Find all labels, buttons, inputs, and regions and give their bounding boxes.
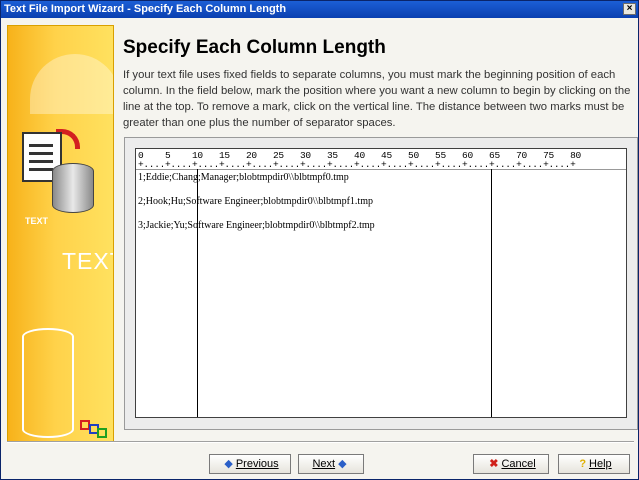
previous-label: Previous (235, 458, 279, 470)
sidebar-big-text: TEXT (62, 248, 113, 274)
previous-button[interactable]: ◆ Previous (209, 454, 291, 474)
ruler-ticks: +....+....+....+....+....+....+....+....… (138, 159, 576, 170)
page-title: Specify Each Column Length (123, 37, 386, 58)
decorative-shape (30, 54, 113, 114)
cancel-button[interactable]: ✖ Cancel (473, 454, 549, 474)
chain-icon (22, 328, 74, 438)
data-line: 2;Hook;Hu;Software Engineer;blobtmpdir0\… (138, 196, 373, 207)
arrow-left-icon: ◆ (224, 458, 233, 470)
data-line: 1;Eddie;Chang;Manager;blobtmpdir0\\blbtm… (138, 172, 349, 183)
fixed-width-editor[interactable]: 0 5 10 15 20 25 30 35 40 45 50 55 60 65 … (135, 148, 627, 418)
data-line: 3;Jackie;Yu;Software Engineer;blobtmpdir… (138, 220, 375, 231)
column-break-line[interactable] (491, 169, 492, 417)
button-separator (7, 441, 634, 443)
wizard-sidebar-banner: TEXT TEXT (7, 25, 114, 443)
column-editor-panel: 0 5 10 15 20 25 30 35 40 45 50 55 60 65 … (124, 137, 638, 430)
window-title: Text File Import Wizard - Specify Each C… (4, 3, 287, 15)
title-bar: Text File Import Wizard - Specify Each C… (1, 1, 638, 18)
cancel-label: Cancel (501, 458, 536, 470)
next-button[interactable]: Next ◆ (298, 454, 364, 474)
cancel-x-icon: ✖ (489, 458, 499, 470)
sidebar-small-text: TEXT (25, 216, 49, 226)
help-button[interactable]: ? Help (558, 454, 630, 474)
database-icon (52, 163, 94, 213)
help-question-icon: ? (579, 458, 587, 470)
close-button[interactable]: × (623, 3, 636, 15)
shapes-icon (80, 418, 110, 438)
page-description: If your text file uses fixed fields to s… (123, 69, 631, 129)
help-label: Help (589, 458, 612, 470)
next-label: Next (312, 458, 336, 470)
wizard-window: Text File Import Wizard - Specify Each C… (0, 0, 639, 480)
column-ruler[interactable]: 0 5 10 15 20 25 30 35 40 45 50 55 60 65 … (136, 149, 626, 170)
arrow-right-icon: ◆ (338, 458, 347, 470)
